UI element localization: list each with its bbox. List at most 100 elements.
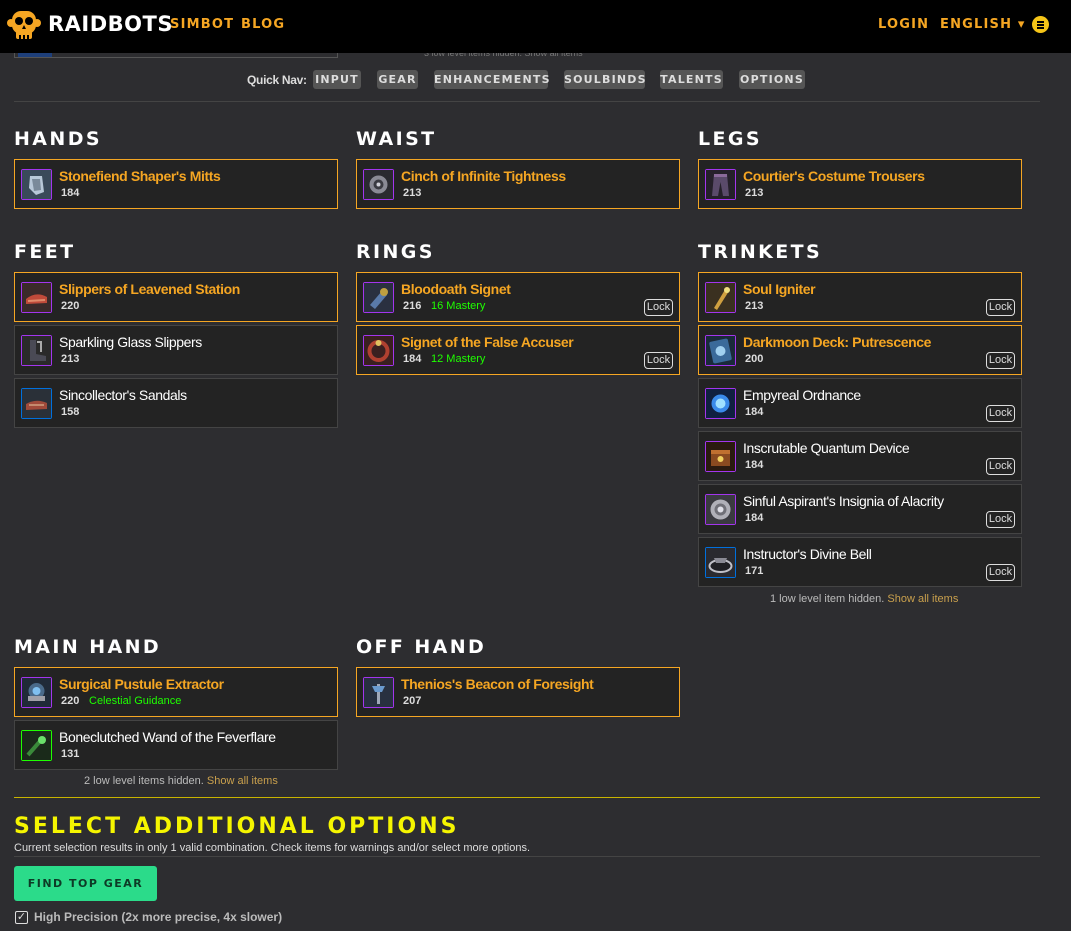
item-card[interactable]: Empyreal Ordnance 184 Lock	[698, 378, 1022, 428]
item-card[interactable]: Bloodoath Signet 216 16 Mastery Lock	[356, 272, 680, 322]
lock-button[interactable]: Lock	[644, 299, 673, 316]
lock-button[interactable]: Lock	[986, 352, 1015, 369]
item-card[interactable]: Darkmoon Deck: Putrescence 200 Lock	[698, 325, 1022, 375]
section-title-main-hand: MAIN HAND	[14, 636, 162, 658]
find-top-gear-button[interactable]: FIND TOP GEAR	[14, 866, 157, 901]
nav-simbot[interactable]: SIMBOT	[170, 17, 234, 32]
item-level: 184	[61, 187, 80, 199]
options-description: Current selection results in only 1 vali…	[14, 842, 531, 854]
item-name: Cinch of Infinite Tightness	[401, 168, 566, 184]
top-navbar: RAIDBOTS SIMBOT BLOG LOGIN ENGLISH ▾	[0, 0, 1071, 53]
item-level: 200	[745, 353, 764, 365]
quicknav-enhancements[interactable]: ENHANCEMENTS	[434, 70, 550, 89]
quicknav-gear[interactable]: GEAR	[377, 70, 418, 89]
gloves-icon	[21, 169, 52, 200]
show-all-items-link[interactable]: Show all items	[207, 775, 278, 787]
item-name: Sinful Aspirant's Insignia of Alacrity	[743, 493, 944, 509]
quicknav-talents[interactable]: TALENTS	[660, 70, 723, 89]
login-link[interactable]: LOGIN	[878, 17, 929, 32]
item-card[interactable]: Boneclutched Wand of the Feverflare 131	[14, 720, 338, 770]
item-card[interactable]: Stonefiend Shaper's Mitts 184	[14, 159, 338, 209]
item-level: 213	[403, 187, 422, 199]
section-title-trinkets: TRINKETS	[698, 241, 823, 263]
divider	[14, 101, 1040, 102]
item-level: 158	[61, 406, 80, 418]
scrolled-item-icon	[18, 53, 52, 57]
brand-name: RAIDBOTS	[48, 12, 173, 36]
item-card[interactable]: Sincollector's Sandals 158	[14, 378, 338, 428]
item-name: Darkmoon Deck: Putrescence	[743, 334, 932, 350]
section-title-rings: RINGS	[356, 241, 435, 263]
item-card[interactable]: Slippers of Leavened Station 220	[14, 272, 338, 322]
lock-button[interactable]: Lock	[986, 458, 1015, 475]
item-card[interactable]: Instructor's Divine Bell 171 Lock	[698, 537, 1022, 587]
card-deck-icon	[705, 335, 736, 366]
item-name: Bloodoath Signet	[401, 281, 511, 297]
quicknav-input[interactable]: INPUT	[313, 70, 361, 89]
item-card[interactable]: Sparkling Glass Slippers 213	[14, 325, 338, 375]
item-level: 184	[403, 353, 422, 365]
section-title-waist: WAIST	[356, 128, 437, 150]
lock-button[interactable]: Lock	[644, 352, 673, 369]
section-title-feet: FEET	[14, 241, 76, 263]
high-precision-label[interactable]: High Precision (2x more precise, 4x slow…	[34, 910, 282, 924]
quicknav-soulbinds[interactable]: SOULBINDS	[564, 70, 646, 89]
item-level: 213	[745, 187, 764, 199]
item-name: Instructor's Divine Bell	[743, 546, 872, 562]
item-card[interactable]: Signet of the False Accuser 184 12 Maste…	[356, 325, 680, 375]
item-level: 213	[61, 353, 80, 365]
menu-icon[interactable]	[1032, 16, 1049, 33]
scrolled-item-card	[14, 53, 338, 58]
item-stat: 16 Mastery	[431, 300, 486, 312]
lock-button[interactable]: Lock	[986, 299, 1015, 316]
item-name: Slippers of Leavened Station	[59, 281, 240, 297]
hidden-items-text: 1 low level item hidden.	[770, 593, 885, 605]
item-name: Signet of the False Accuser	[401, 334, 574, 350]
item-stat: Celestial Guidance	[89, 695, 182, 707]
item-level: 216	[403, 300, 422, 312]
item-card[interactable]: Cinch of Infinite Tightness 213	[356, 159, 680, 209]
ordnance-icon	[705, 388, 736, 419]
quicknav-options[interactable]: OPTIONS	[739, 70, 805, 89]
hidden-items-text: 2 low level items hidden.	[84, 775, 204, 787]
item-card[interactable]: Surgical Pustule Extractor 220 Celestial…	[14, 667, 338, 717]
item-card[interactable]: Courtier's Costume Trousers 213	[698, 159, 1022, 209]
item-card[interactable]: Thenios's Beacon of Foresight 207	[356, 667, 680, 717]
quantum-device-icon	[705, 441, 736, 472]
section-title-off-hand: OFF HAND	[356, 636, 487, 658]
item-card[interactable]: Inscrutable Quantum Device 184 Lock	[698, 431, 1022, 481]
ring-icon	[363, 282, 394, 313]
section-title-hands: HANDS	[14, 128, 102, 150]
raidbots-logo[interactable]: RAIDBOTS	[6, 6, 173, 42]
lock-button[interactable]: Lock	[986, 511, 1015, 528]
nav-blog[interactable]: BLOG	[241, 17, 285, 32]
quick-nav-label: Quick Nav:	[247, 73, 307, 87]
lock-button[interactable]: Lock	[986, 405, 1015, 422]
sandals-icon	[21, 388, 52, 419]
beacon-icon	[363, 677, 394, 708]
scrolled-hidden-note: 3 low level items hidden. Show all items	[424, 53, 583, 58]
item-card[interactable]: Soul Igniter 213 Lock	[698, 272, 1022, 322]
lock-button[interactable]: Lock	[986, 564, 1015, 581]
item-level: 207	[403, 695, 422, 707]
item-name: Surgical Pustule Extractor	[59, 676, 224, 692]
hidden-items-note: 2 low level items hidden. Show all items	[84, 775, 278, 787]
high-precision-checkbox[interactable]: ✓	[15, 911, 28, 924]
options-title: SELECT ADDITIONAL OPTIONS	[14, 814, 460, 839]
item-level: 184	[745, 512, 764, 524]
boots-icon	[21, 335, 52, 366]
language-dropdown[interactable]: ENGLISH ▾	[940, 17, 1026, 32]
item-level: 220	[61, 695, 80, 707]
item-card[interactable]: Sinful Aspirant's Insignia of Alacrity 1…	[698, 484, 1022, 534]
item-level: 184	[745, 459, 764, 471]
item-name: Stonefiend Shaper's Mitts	[59, 168, 221, 184]
section-title-legs: LEGS	[698, 128, 762, 150]
hidden-items-note: 1 low level item hidden. Show all items	[770, 593, 958, 605]
item-stat: 12 Mastery	[431, 353, 486, 365]
options-divider	[14, 797, 1040, 798]
item-name: Boneclutched Wand of the Feverflare	[59, 729, 276, 745]
item-name: Empyreal Ordnance	[743, 387, 861, 403]
divider	[14, 856, 1040, 857]
item-name: Sparkling Glass Slippers	[59, 334, 202, 350]
show-all-items-link[interactable]: Show all items	[887, 593, 958, 605]
